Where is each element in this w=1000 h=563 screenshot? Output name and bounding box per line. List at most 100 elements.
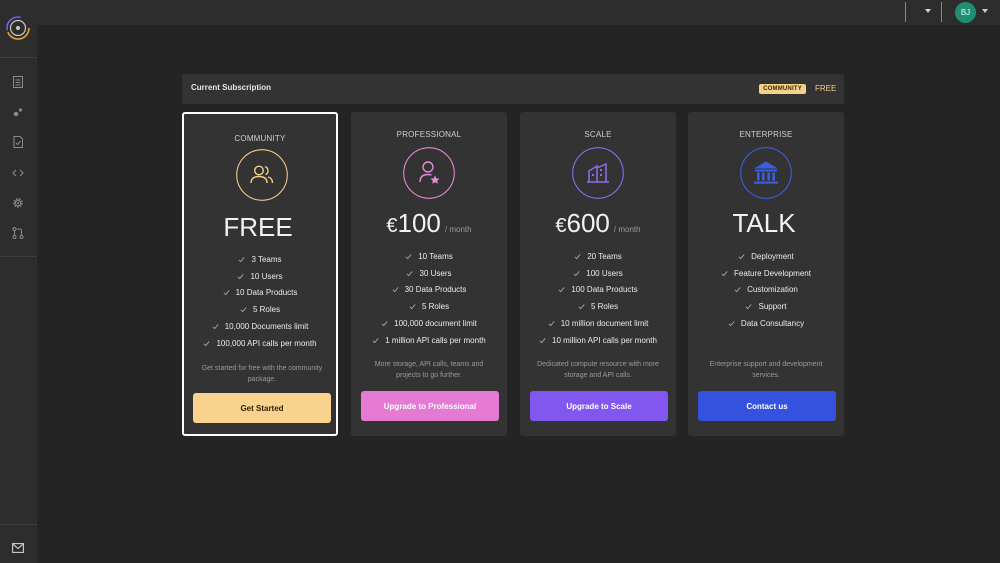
feature-label: Feature Development: [734, 268, 811, 278]
merge-icon[interactable]: [11, 226, 25, 240]
feature-label: 20 Teams: [587, 251, 622, 261]
check-icon: [745, 304, 753, 310]
feature-item: 10,000 Documents limit: [184, 318, 336, 335]
feature-label: 5 Roles: [590, 302, 619, 312]
plan-card-professional[interactable]: PROFESSIONAL €100/ month 10 Teams 30 Use…: [351, 112, 507, 436]
check-icon: [573, 270, 580, 276]
feature-list: 20 Teams 100 Users 100 Data Products 5 R…: [520, 248, 676, 349]
caret-down-icon[interactable]: [982, 9, 988, 13]
check-icon: [238, 257, 245, 263]
check-icon: [406, 270, 414, 276]
feature-list: 10 Teams 30 Users 30 Data Products 5 Rol…: [351, 248, 507, 349]
current-subscription-label: Current Subscription: [191, 83, 272, 92]
checklist-icon[interactable]: [11, 135, 25, 149]
subscription-plan: FREE: [815, 84, 837, 93]
feature-item: Support: [688, 298, 844, 315]
check-icon: [721, 270, 728, 276]
users-icon: [236, 149, 288, 201]
plan-description: More storage, API calls, teams and proje…: [374, 361, 484, 379]
app-logo[interactable]: [5, 15, 31, 41]
check-icon: [372, 337, 379, 344]
contact-us-button[interactable]: Contact us: [698, 391, 836, 421]
check-icon: [728, 321, 735, 327]
check-icon: [578, 304, 585, 310]
plan-card-enterprise[interactable]: ENTERPRISE TALK Deployment Feature Devel…: [688, 112, 844, 436]
feature-item: 100,000 API calls per month: [184, 335, 336, 352]
feature-item: 10 Data Products: [184, 285, 336, 302]
feature-label: 10,000 Documents limit: [224, 322, 309, 332]
plan-description: Enterprise support and development servi…: [709, 361, 823, 379]
price-period: / month: [613, 225, 641, 234]
top-bar: BJ: [37, 0, 1000, 25]
plan-tier: ENTERPRISE: [739, 130, 793, 139]
sidebar-divider: [0, 57, 37, 58]
feature-label: 10 million document limit: [560, 319, 649, 329]
gear-icon[interactable]: [11, 196, 25, 210]
check-icon: [381, 321, 388, 327]
feature-label: 3 Teams: [251, 254, 282, 264]
bank-icon: [740, 147, 792, 199]
check-icon: [405, 254, 412, 260]
feature-item: 10 Teams: [351, 248, 507, 265]
plan-price: FREE: [184, 214, 336, 240]
mail-icon[interactable]: [12, 543, 24, 553]
check-icon: [237, 273, 245, 279]
upgrade-to-scale-button[interactable]: Upgrade to Scale: [530, 391, 668, 421]
check-icon: [240, 307, 247, 313]
plan-price: TALK: [688, 210, 844, 236]
feature-item: 30 Users: [351, 265, 507, 282]
feature-item: 5 Roles: [351, 298, 507, 315]
get-started-button[interactable]: Get Started: [193, 393, 331, 423]
feature-item: 5 Roles: [184, 301, 336, 318]
avatar[interactable]: BJ: [955, 2, 976, 23]
building-icon: [572, 147, 624, 199]
check-icon: [738, 254, 745, 260]
feature-item: Customization: [688, 282, 844, 299]
feature-label: 1 million API calls per month: [385, 335, 486, 345]
dots-icon[interactable]: [11, 105, 25, 119]
plan-tier: SCALE: [584, 130, 612, 139]
caret-down-icon[interactable]: [925, 9, 931, 13]
document-icon[interactable]: [11, 75, 25, 89]
feature-label: 100,000 document limit: [394, 319, 477, 329]
check-icon: [574, 254, 581, 260]
feature-label: Customization: [747, 285, 798, 295]
feature-item: 100 Users: [520, 265, 676, 282]
price-value: TALK: [732, 208, 796, 238]
feature-item: 3 Teams: [184, 251, 336, 268]
feature-item: 5 Roles: [520, 298, 676, 315]
check-icon: [203, 340, 211, 347]
feature-label: 100 Data Products: [571, 285, 638, 295]
check-icon: [734, 287, 741, 293]
check-icon: [548, 321, 555, 327]
feature-label: Support: [758, 302, 787, 312]
feature-item: Deployment: [688, 248, 844, 265]
plan-card-scale[interactable]: SCALE €600/ month 20 Teams 100 Users 100…: [520, 112, 676, 436]
feature-label: Data Consultancy: [740, 319, 805, 329]
code-icon[interactable]: [11, 166, 25, 180]
plan-description: Dedicated compute resource with more sto…: [537, 361, 659, 379]
feature-label: 100 Users: [586, 268, 623, 278]
feature-item: 10 million document limit: [520, 315, 676, 332]
plan-tier: PROFESSIONAL: [396, 130, 462, 139]
current-subscription-bar: Current Subscription COMMUNITY FREE: [182, 74, 844, 104]
plan-tier: COMMUNITY: [234, 134, 286, 143]
plan-description: Get started for free with the community …: [201, 365, 323, 383]
check-icon: [212, 324, 219, 330]
topbar-separator: [905, 2, 906, 22]
feature-item: 20 Teams: [520, 248, 676, 265]
feature-label: 10 Data Products: [235, 288, 298, 298]
upgrade-to-professional-button[interactable]: Upgrade to Professional: [361, 391, 499, 421]
feature-item: 10 Users: [184, 268, 336, 285]
check-icon: [409, 304, 416, 310]
check-icon: [392, 287, 399, 293]
feature-list: Deployment Feature Development Customiza…: [688, 248, 844, 332]
check-icon: [558, 287, 565, 293]
feature-item: Data Consultancy: [688, 315, 844, 332]
sidebar: [0, 0, 37, 563]
feature-item: 1 million API calls per month: [351, 332, 507, 349]
user-star-icon: [403, 147, 455, 199]
plan-card-community[interactable]: COMMUNITY FREE 3 Teams 10 Users 10 Data …: [182, 112, 338, 436]
feature-label: 10 Users: [250, 271, 283, 281]
price-currency: €: [386, 215, 398, 237]
